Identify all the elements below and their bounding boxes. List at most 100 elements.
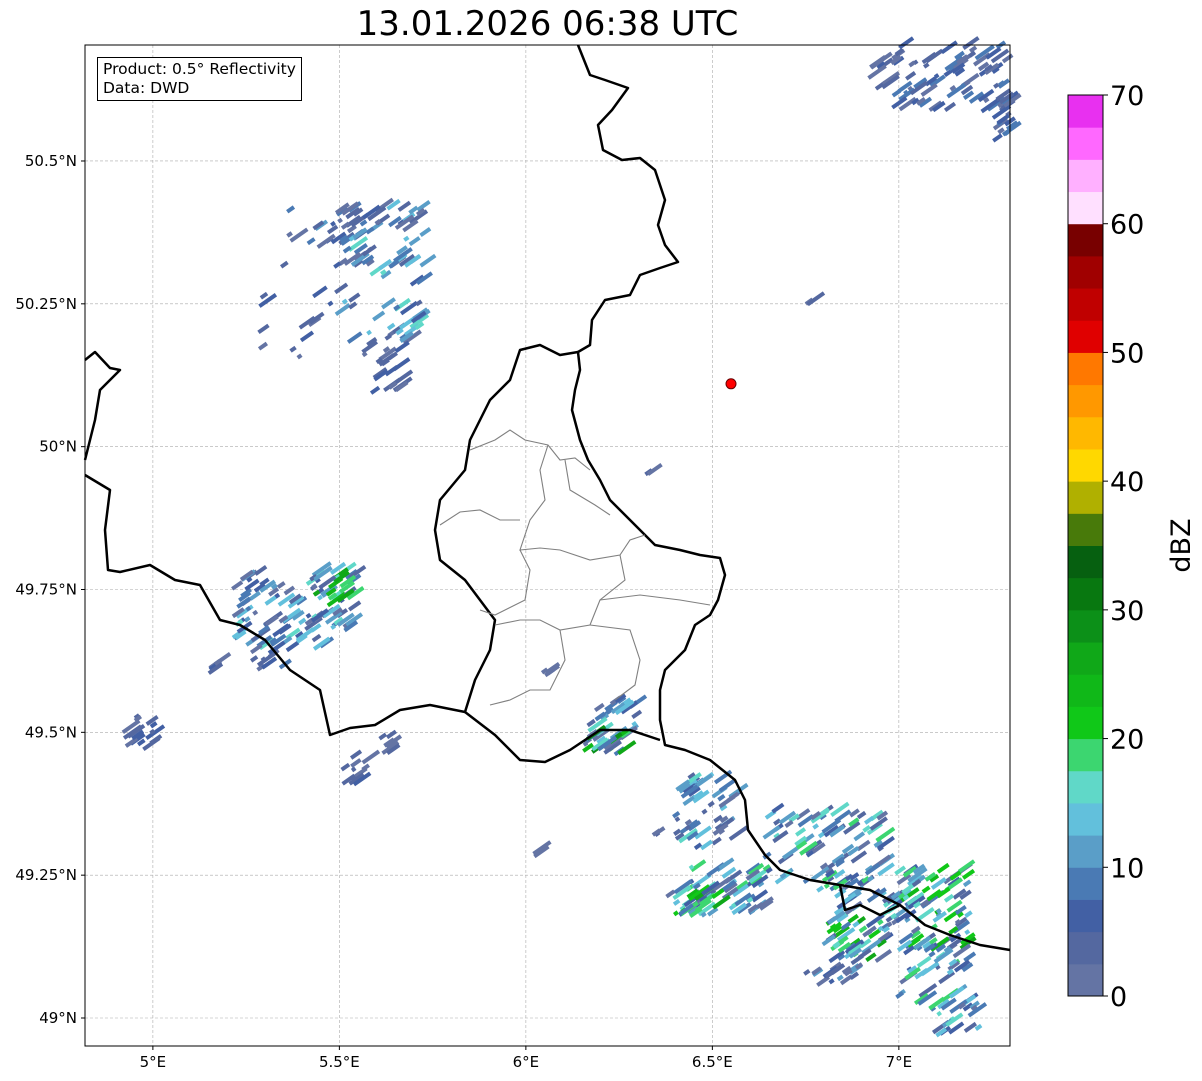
colorbar-tick-label: 50 <box>1110 338 1144 369</box>
echo-cell <box>369 385 381 395</box>
echo-cell <box>312 285 328 299</box>
lat-tick-label: 49.5°N <box>25 723 77 741</box>
colorbar-bin <box>1068 545 1103 579</box>
echo-cell <box>905 71 917 81</box>
info-box: Product: 0.5° Reflectivity Data: DWD <box>97 57 302 101</box>
echo-cell <box>340 762 351 772</box>
echo-cell <box>963 951 977 963</box>
colorbar: 0 10 20 30 40 50 60 70 dBZ <box>1067 81 1197 1013</box>
echo-cell <box>386 322 396 331</box>
echo-cell <box>257 323 270 335</box>
echo-cell <box>305 612 312 619</box>
radar-echoes <box>121 36 1022 1038</box>
lat-tick-label: 49.25°N <box>15 866 77 884</box>
colorbar-bin <box>1068 674 1103 707</box>
colorbar-bin <box>1068 416 1103 450</box>
lon-tick-label: 6°E <box>513 1053 540 1071</box>
colorbar-tick-label: 30 <box>1110 596 1144 627</box>
country-border <box>84 473 466 737</box>
canton-border <box>494 554 626 631</box>
colorbar-bin <box>1068 738 1103 772</box>
lat-tick-label: 49.75°N <box>15 580 77 598</box>
echo-cell <box>334 282 349 295</box>
echo-cell <box>936 862 950 874</box>
echo-cell <box>593 702 605 713</box>
echo-cell <box>342 245 352 254</box>
echo-cell <box>962 36 980 50</box>
echo-cell <box>816 885 825 893</box>
lat-tick-label: 50.5°N <box>25 152 77 170</box>
echo-cell <box>347 600 362 612</box>
echo-cell <box>701 808 708 815</box>
colorbar-bin <box>1068 95 1103 128</box>
colorbar-bin <box>1068 448 1103 482</box>
colorbar-bin <box>1068 802 1103 836</box>
location-marker-dot <box>725 378 737 390</box>
colorbar-bin <box>1068 255 1103 289</box>
lat-tick-label: 49°N <box>39 1009 77 1027</box>
canton-border <box>519 444 646 561</box>
echo-cell <box>350 758 362 768</box>
echo-cell <box>782 846 799 860</box>
echo-cell <box>296 353 303 360</box>
lon-tick-label: 5.5°E <box>319 1053 360 1071</box>
canton-border <box>589 624 641 701</box>
echo-cell <box>795 827 807 837</box>
echo-cell <box>348 292 361 303</box>
lon-tick-label: 5°E <box>140 1053 167 1071</box>
echo-cell <box>285 640 300 653</box>
echo-cell <box>252 609 259 616</box>
echo-cell <box>962 879 972 888</box>
colorbar-bin <box>1068 867 1103 900</box>
location-marker <box>725 378 737 390</box>
echo-cell <box>419 253 437 268</box>
echo-cell <box>257 341 269 351</box>
echo-cell <box>916 955 932 968</box>
echo-cell <box>700 839 714 851</box>
echo-cell <box>259 291 269 300</box>
echo-cell <box>940 40 958 55</box>
echo-cell <box>289 227 309 243</box>
map-frame <box>84 44 1011 1047</box>
colorbar-bin <box>1068 931 1103 965</box>
echo-cell <box>250 655 259 663</box>
country-border <box>83 350 122 461</box>
lon-tick-label: 6.5°E <box>692 1053 733 1071</box>
colorbar-bin <box>1068 706 1103 740</box>
colorbar-bin <box>1068 127 1103 160</box>
echo-cell <box>311 633 322 643</box>
echo-cell <box>361 351 368 358</box>
echo-cell <box>289 345 297 353</box>
echo-cell <box>771 802 785 814</box>
colorbar-tick-label: 10 <box>1110 853 1144 884</box>
echo-cell <box>921 885 931 894</box>
colorbar-bin <box>1068 288 1103 321</box>
echo-cell <box>276 581 286 589</box>
colorbar-tick-label: 70 <box>1110 81 1144 112</box>
colorbar-tick-label: 20 <box>1110 725 1144 756</box>
colorbar-bin <box>1068 384 1103 418</box>
echo-cell <box>349 749 363 760</box>
echo-cell <box>286 231 293 238</box>
echo-cell <box>334 303 351 316</box>
echo-cell <box>378 732 388 741</box>
colorbar-tick-label: 0 <box>1110 982 1127 1013</box>
lat-tick-label: 50°N <box>39 438 77 456</box>
echo-cell <box>298 617 307 626</box>
echo-cell <box>272 623 290 638</box>
echo-cell <box>693 842 703 850</box>
echo-cell <box>812 823 820 830</box>
colorbar-bin <box>1068 963 1103 997</box>
canton-border <box>479 549 531 616</box>
echo-cell <box>943 101 957 113</box>
colorbar-bin <box>1068 159 1103 193</box>
echo-cell <box>803 968 811 976</box>
colorbar-bin <box>1068 191 1103 225</box>
echo-cell <box>874 949 893 963</box>
canton-border <box>469 429 591 471</box>
colorbar-bin <box>1068 481 1103 514</box>
colorbar-tick-label: 40 <box>1110 467 1144 498</box>
echo-cell <box>728 825 749 841</box>
colorbar-bin <box>1068 899 1103 933</box>
echo-cell <box>992 133 1003 143</box>
